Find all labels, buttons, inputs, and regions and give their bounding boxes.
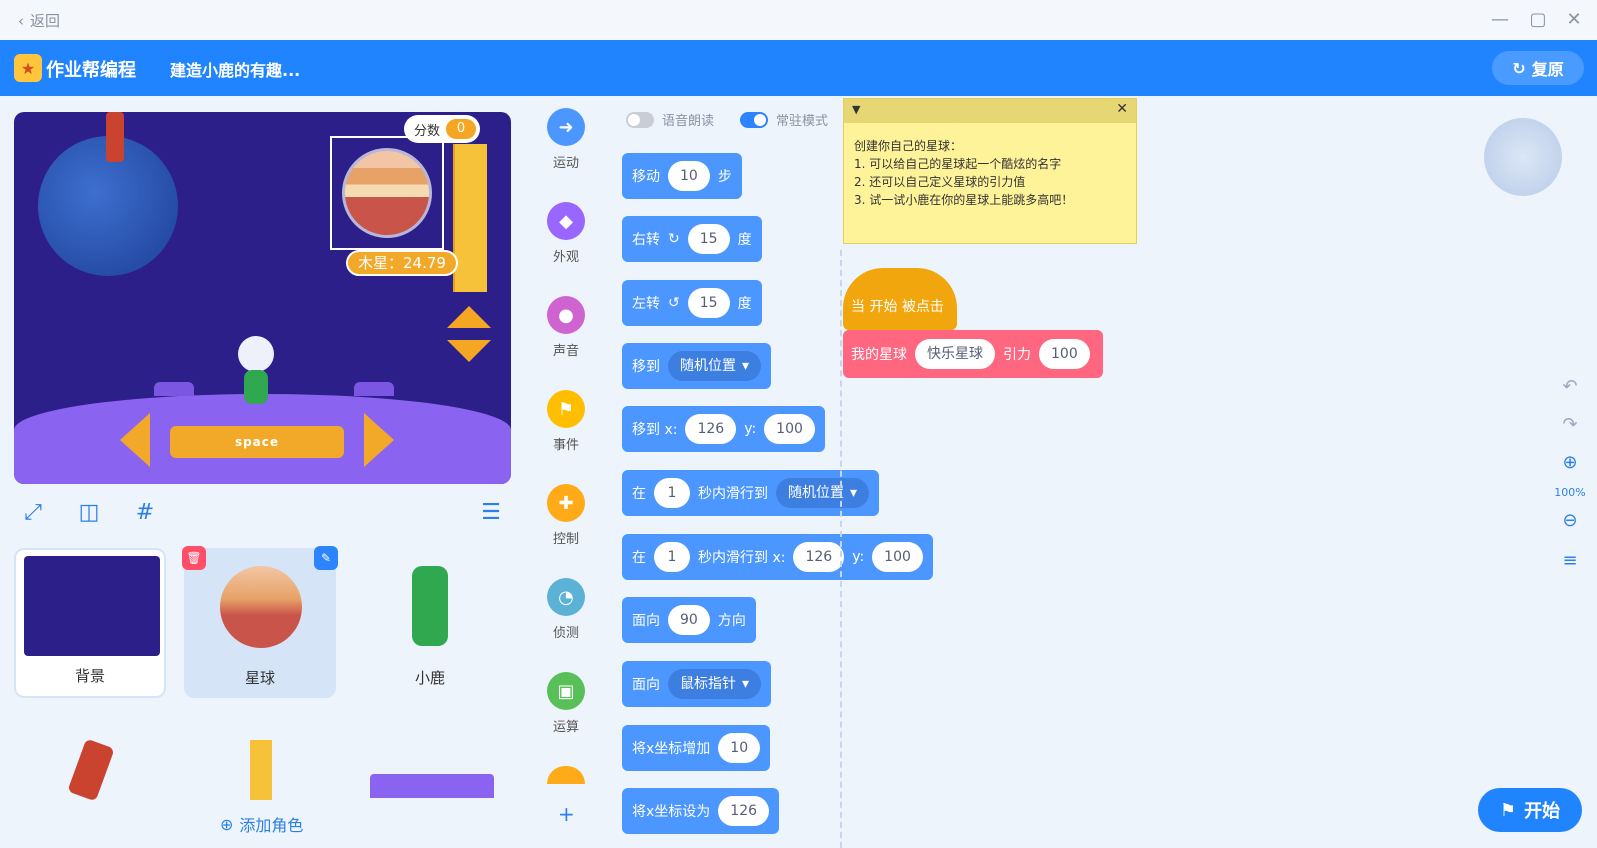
voice-read-toggle[interactable]: 语音朗读 <box>626 110 714 129</box>
jupiter-gravity-label: 木星：24.79 <box>346 250 458 276</box>
my-planet-block[interactable]: 我的星球 快乐星球 引力 100 <box>843 330 1103 378</box>
app-name: 作业帮编程 <box>46 60 136 81</box>
jupiter-sprite[interactable] <box>342 148 432 238</box>
motion-icon: ➜ <box>547 108 585 146</box>
collapse-icon[interactable]: ▼ <box>852 103 860 116</box>
score-value: 0 <box>446 119 477 139</box>
block-goto[interactable]: 移到 随机位置 ▾ <box>622 343 772 389</box>
note-body: 创建你自己的星球： 1. 可以给自己的星球起一个酷炫的名字 2. 还可以自己定义… <box>854 139 1074 207</box>
category-looks[interactable]: ◆ 外观 <box>540 202 592 265</box>
close-note-icon[interactable]: ✕ <box>1116 101 1128 117</box>
block-point-direction[interactable]: 面向 90 方向 <box>622 597 756 643</box>
note-header: ▼ ✕ <box>844 99 1136 123</box>
undo-icon[interactable]: ↶ <box>1558 376 1582 397</box>
app-logo-icon: ★ <box>14 54 42 82</box>
ruler-sprite <box>453 144 487 292</box>
category-sensing[interactable]: ◔ 侦测 <box>540 578 592 641</box>
chevron-left-icon: ‹ <box>18 11 24 30</box>
zoom-out-icon[interactable]: ⊖ <box>1558 510 1582 531</box>
block-set-x[interactable]: 将x坐标设为 126 <box>622 788 780 834</box>
looks-icon: ◆ <box>547 202 585 240</box>
score-badge: 分数 0 <box>404 115 481 143</box>
rotate-cw-icon: ↻ <box>668 231 680 247</box>
split-view-icon[interactable]: ◫ <box>76 500 102 526</box>
left-arrow-button[interactable] <box>120 413 150 467</box>
ground-thumbnail[interactable] <box>370 774 494 798</box>
instruction-note[interactable]: ▼ ✕ 创建你自己的星球： 1. 可以给自己的星球起一个酷炫的名字 2. 还可以… <box>843 98 1137 244</box>
sensing-icon: ◔ <box>547 578 585 616</box>
script-area-divider <box>840 250 842 848</box>
up-arrow-button[interactable] <box>447 306 491 328</box>
title-bar: ‹ 返回 — ▢ ✕ <box>0 0 1597 40</box>
deer-sprite[interactable] <box>230 326 280 416</box>
delete-icon[interactable]: 🗑 <box>182 546 206 570</box>
redo-icon[interactable]: ↷ <box>1558 414 1582 435</box>
back-button[interactable]: ‹ 返回 <box>18 10 60 31</box>
operators-icon: ▣ <box>547 672 585 710</box>
block-turn-left[interactable]: 左转 ↺ 15 度 <box>622 280 762 326</box>
control-icon: ✚ <box>547 484 585 522</box>
sprite-card-planet[interactable]: 🗑 ✎ 星球 <box>182 546 338 698</box>
toggle-switch[interactable] <box>626 111 654 128</box>
sound-icon: ● <box>547 296 585 334</box>
rocket-thumbnail[interactable] <box>67 738 115 802</box>
plus-circle-icon: ⊕ <box>220 814 234 834</box>
sprite-card-background[interactable]: 背景 <box>14 548 166 698</box>
start-button[interactable]: ⚑ 开始 <box>1478 788 1582 832</box>
settings-sliders-icon[interactable]: ☰ <box>478 500 504 526</box>
block-goto-xy[interactable]: 移到 x: 126 y: 100 <box>622 406 825 452</box>
ground-bump <box>354 382 394 396</box>
category-sound[interactable]: ● 声音 <box>540 296 592 359</box>
stage[interactable]: 分数 0 木星：24.79 space <box>14 112 511 484</box>
category-control[interactable]: ✚ 控制 <box>540 484 592 547</box>
block-turn-right[interactable]: 右转 ↻ 15 度 <box>622 216 762 262</box>
right-arrow-button[interactable] <box>364 413 394 467</box>
add-sprite-button[interactable]: ⊕ 添加角色 <box>220 812 303 836</box>
down-arrow-button[interactable] <box>447 340 491 362</box>
block-point-towards[interactable]: 面向 鼠标指针 ▾ <box>622 661 772 707</box>
project-title: 建造小鹿的有趣... <box>170 61 301 80</box>
restore-button[interactable]: ↻ 复原 <box>1492 51 1584 85</box>
block-move[interactable]: 移动 10 步 <box>622 153 742 199</box>
maximize-button[interactable]: ▢ <box>1526 8 1550 32</box>
refresh-icon: ↻ <box>1512 58 1526 78</box>
sprite-card-deer[interactable]: 小鹿 <box>354 548 506 698</box>
when-start-clicked-block[interactable]: 当 开始 被点击 <box>843 268 957 330</box>
add-extension-icon[interactable]: + <box>558 802 575 826</box>
rotate-ccw-icon: ↺ <box>668 295 680 311</box>
resident-mode-toggle[interactable]: 常驻模式 <box>740 110 828 129</box>
toggle-switch[interactable] <box>740 111 768 128</box>
zoom-level: 100% <box>1554 486 1586 499</box>
block-change-x[interactable]: 将x坐标增加 10 <box>622 725 771 771</box>
space-button[interactable]: space <box>170 426 344 458</box>
grid-icon[interactable]: # <box>132 500 158 526</box>
rocket-sprite[interactable] <box>106 112 124 162</box>
ground-bump <box>154 382 194 396</box>
category-more[interactable] <box>547 766 585 784</box>
app-header: ★ 作业帮编程 建造小鹿的有趣... ↻ 复原 <box>0 40 1597 96</box>
block-glide-xy[interactable]: 在 1 秒内滑行到 x: 126 y: 100 <box>622 534 933 580</box>
flag-icon: ⚑ <box>1499 799 1517 821</box>
caret-down-icon: ▾ <box>850 485 858 501</box>
edit-icon[interactable]: ✎ <box>314 546 338 570</box>
caret-down-icon: ▾ <box>742 676 750 692</box>
caret-down-icon: ▾ <box>742 358 750 374</box>
close-button[interactable]: ✕ <box>1562 8 1586 32</box>
events-icon: ⚑ <box>547 390 585 428</box>
minimize-button[interactable]: — <box>1488 8 1512 32</box>
fullscreen-icon[interactable]: ⤢ <box>20 500 46 526</box>
category-operators[interactable]: ▣ 运算 <box>540 672 592 735</box>
zoom-in-icon[interactable]: ⊕ <box>1558 452 1582 473</box>
sprite-preview <box>1484 118 1562 196</box>
category-events[interactable]: ⚑ 事件 <box>540 390 592 453</box>
category-motion[interactable]: ➜ 运动 <box>540 108 592 171</box>
ruler-thumbnail[interactable] <box>250 740 272 800</box>
clean-up-icon[interactable]: ≡ <box>1558 550 1582 571</box>
